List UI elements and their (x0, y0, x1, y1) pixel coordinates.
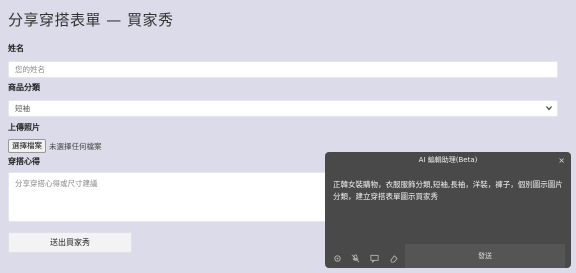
review-label: 穿搭心得 (8, 157, 40, 166)
choose-file-button[interactable]: 選擇檔案 (8, 139, 46, 153)
review-placeholder: 分享穿搭心得或尺寸建議 (15, 179, 98, 188)
file-status-text: 未選擇任何檔案 (49, 141, 102, 151)
close-icon[interactable]: × (558, 152, 565, 169)
category-label: 商品分類 (8, 83, 40, 92)
name-label: 姓名 (8, 44, 24, 53)
category-selected-value: 短袖 (15, 104, 30, 113)
comment-icon[interactable] (368, 252, 380, 264)
chevron-down-icon (545, 101, 553, 121)
photo-label: 上傳照片 (8, 123, 40, 132)
ai-prompt-text[interactable]: 正韓女裝購物，衣服服飾分類,短袖,長袖，洋裝，褲子，個別圖示圖片分類，建立穿搭表… (333, 179, 565, 203)
ai-assistant-panel: AI 編輯助理(Beta) × 正韓女裝購物，衣服服飾分類,短袖,長袖，洋裝，褲… (325, 152, 571, 268)
page-title: 分享穿搭表單 — 買家秀 (8, 11, 174, 29)
mic-off-icon[interactable] (349, 252, 361, 264)
settings-icon[interactable] (331, 252, 343, 264)
ai-panel-title: AI 編輯助理(Beta) (418, 156, 478, 164)
send-button[interactable]: 發送 (405, 244, 565, 268)
category-select[interactable]: 短袖 (8, 100, 558, 117)
name-input[interactable]: 您的姓名 (8, 61, 558, 78)
file-upload: 選擇檔案 未選擇任何檔案 (8, 139, 102, 153)
eraser-icon[interactable] (387, 252, 399, 264)
submit-button[interactable]: 送出買家秀 (8, 232, 132, 253)
name-placeholder: 您的姓名 (15, 65, 45, 74)
ai-toolbar: 發送 (325, 244, 571, 268)
